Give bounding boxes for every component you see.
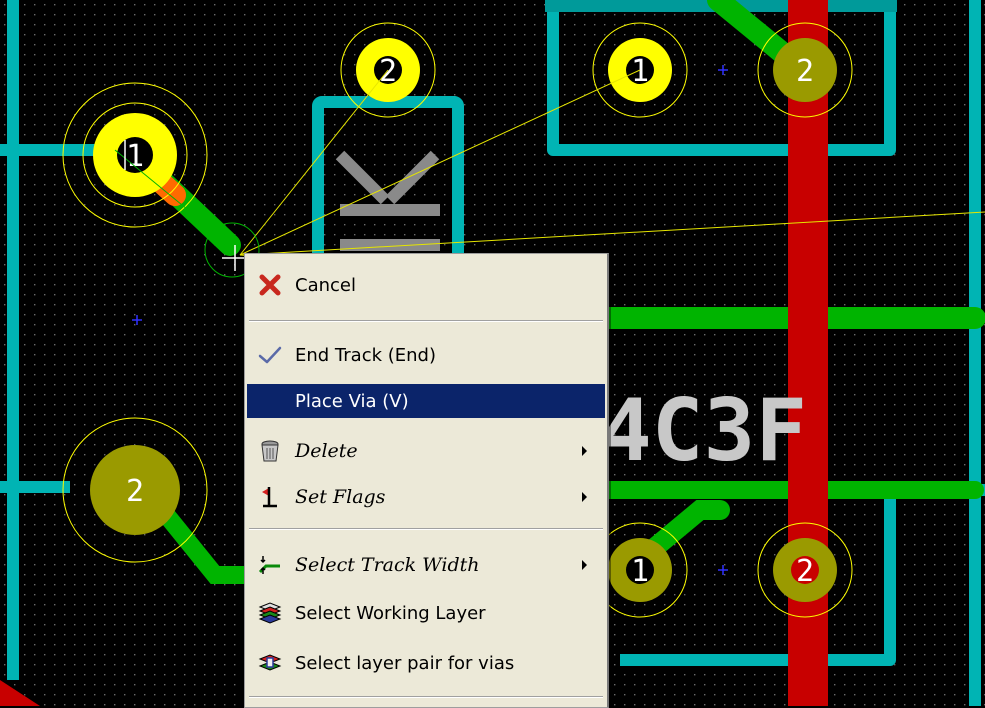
silkscreen-ref: 4C3F bbox=[600, 381, 807, 481]
menu-item-label: Select Track Width bbox=[295, 554, 480, 576]
submenu-arrow-icon bbox=[582, 446, 587, 456]
menu-item-label: Select Working Layer bbox=[295, 602, 486, 624]
menu-item-cancel[interactable]: Cancel bbox=[247, 268, 605, 302]
menu-separator bbox=[249, 696, 603, 698]
pad-label: 2 bbox=[379, 54, 397, 89]
menu-item-place-via[interactable]: Place Via (V) bbox=[247, 384, 605, 418]
track-width-icon bbox=[257, 553, 283, 577]
pad-label: 1 bbox=[631, 554, 649, 589]
pad-label: 2 bbox=[126, 474, 144, 509]
menu-separator bbox=[249, 320, 603, 322]
layers-icon bbox=[257, 601, 283, 625]
menu-item-label: Set Flags bbox=[295, 486, 386, 508]
menu-item-end-track[interactable]: End Track (End) bbox=[247, 338, 605, 372]
checkmark-icon bbox=[257, 343, 283, 367]
menu-item-label: Place Via (V) bbox=[295, 390, 409, 412]
menu-item-label: End Track (End) bbox=[295, 344, 437, 366]
menu-item-label: Select layer pair for vias bbox=[295, 652, 515, 674]
menu-separator bbox=[249, 528, 603, 530]
menu-item-delete[interactable]: Delete bbox=[247, 434, 605, 468]
submenu-arrow-icon bbox=[582, 492, 587, 502]
red-x-icon bbox=[257, 273, 283, 297]
menu-item-set-flags[interactable]: Set Flags bbox=[247, 480, 605, 514]
pad-label: 2 bbox=[796, 554, 814, 589]
pad-label: 2 bbox=[796, 54, 814, 89]
flag-icon bbox=[257, 485, 283, 509]
context-menu: Cancel End Track (End) Place Via (V) Del… bbox=[244, 253, 609, 708]
menu-item-select-layer-pair[interactable]: Select layer pair for vias bbox=[247, 646, 605, 680]
pad-label: 1 bbox=[631, 54, 649, 89]
menu-item-label: Delete bbox=[295, 440, 358, 462]
submenu-arrow-icon bbox=[582, 560, 587, 570]
menu-item-select-working-layer[interactable]: Select Working Layer bbox=[247, 596, 605, 630]
menu-item-label: Cancel bbox=[295, 274, 356, 296]
trash-can-icon bbox=[257, 439, 283, 463]
menu-item-select-track-width[interactable]: Select Track Width bbox=[247, 548, 605, 582]
layer-pair-icon bbox=[257, 651, 283, 675]
pad-label: 1 bbox=[126, 139, 144, 174]
